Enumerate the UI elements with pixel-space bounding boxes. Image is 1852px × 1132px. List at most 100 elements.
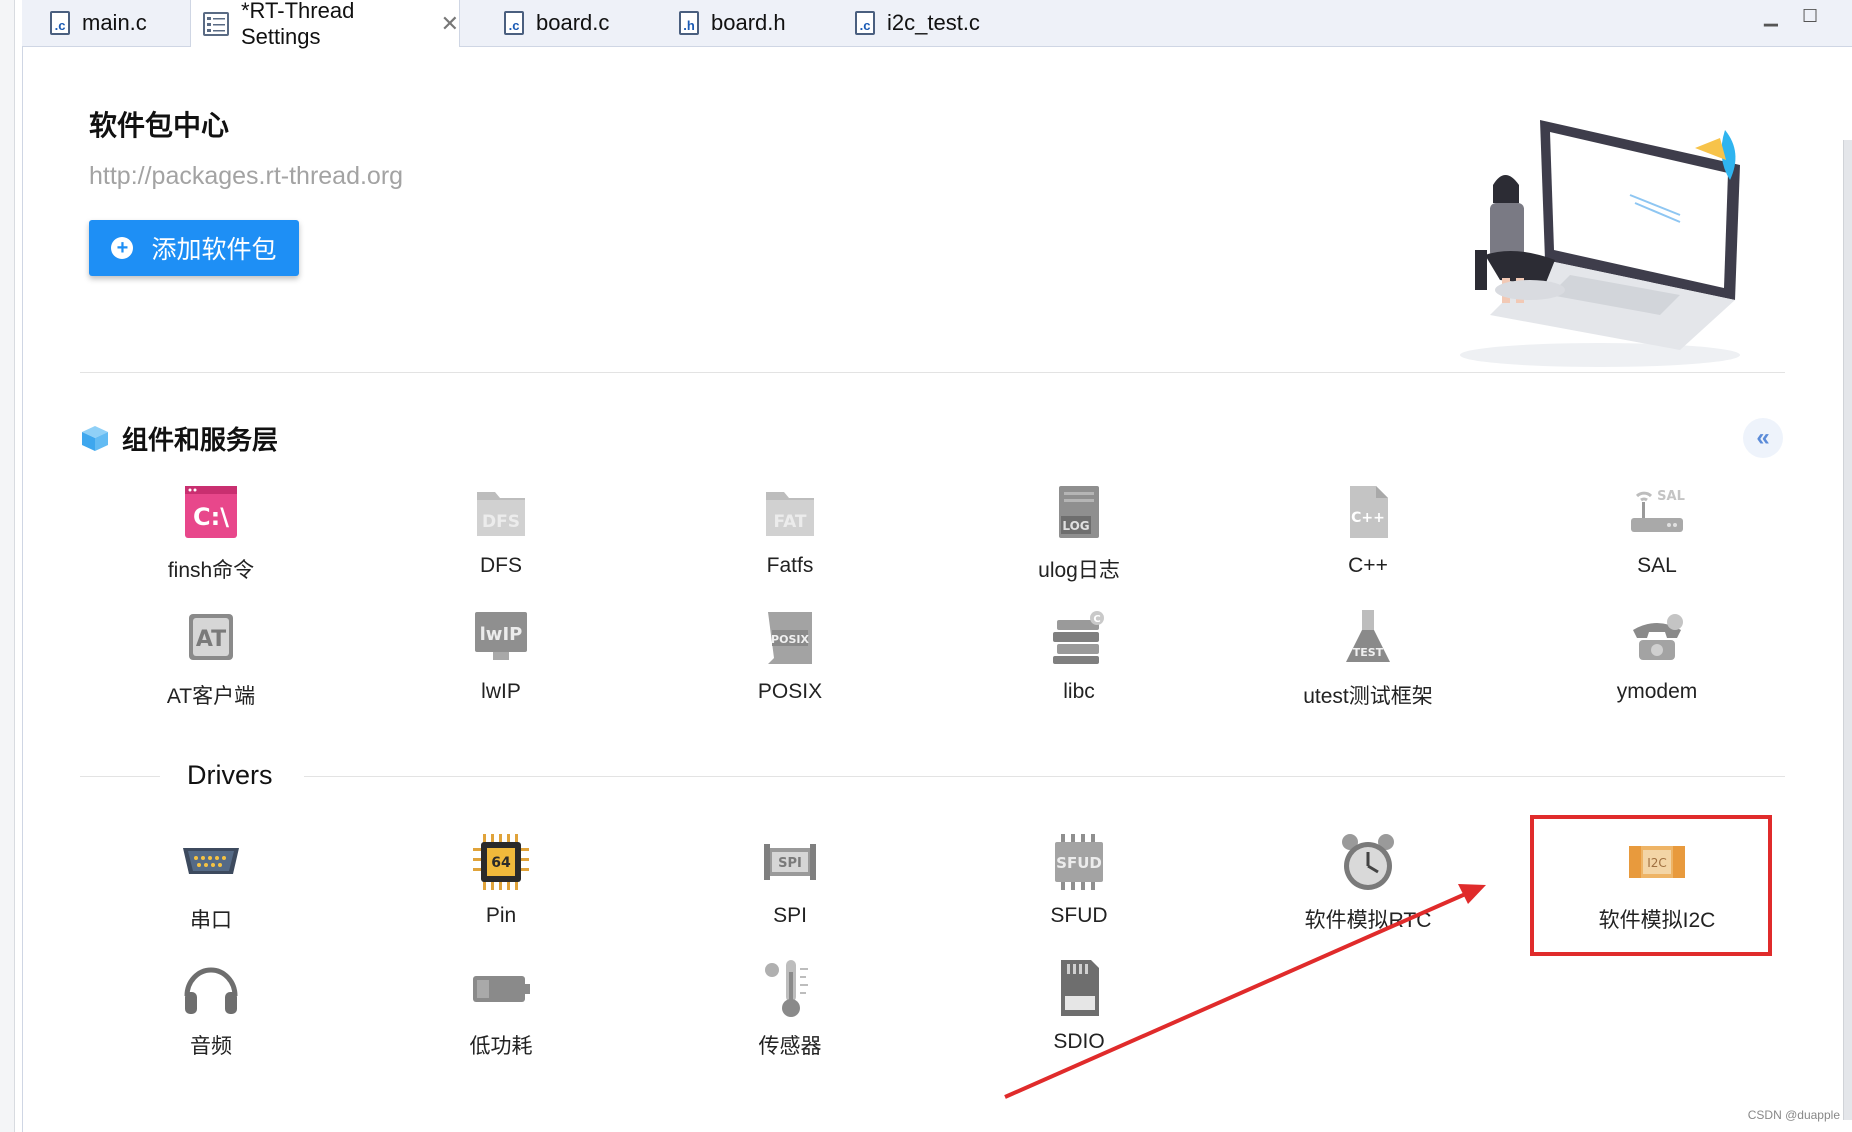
h-file-icon: .h	[679, 11, 699, 35]
components-section-title: 组件和服务层	[122, 425, 279, 455]
driver-spi[interactable]: SPI SPI	[670, 830, 910, 928]
driver-sdio[interactable]: SDIO	[959, 956, 1199, 1054]
drivers-divider-left	[80, 776, 160, 777]
log-file-icon: LOG	[1047, 480, 1111, 544]
svg-text:C++: C++	[1351, 510, 1385, 526]
package-center-url[interactable]: http://packages.rt-thread.org	[89, 162, 403, 191]
folder-icon: DFS	[469, 480, 533, 544]
driver-label: 软件模拟RTC	[1304, 909, 1432, 932]
tab-board-h[interactable]: .h board.h	[679, 0, 839, 46]
chip-icon: 64	[469, 830, 533, 894]
cpp-file-icon: C++	[1336, 480, 1400, 544]
svg-text:SPI: SPI	[778, 856, 802, 871]
component-label: ymodem	[1616, 680, 1698, 703]
driver-low-power[interactable]: 低功耗	[381, 956, 621, 1060]
driver-serial[interactable]: 串口	[91, 830, 331, 934]
tab-label: board.h	[711, 10, 786, 35]
cube-icon	[82, 426, 108, 451]
component-dfs[interactable]: DFS DFS	[381, 480, 621, 578]
lwip-icon: lwIP	[469, 606, 533, 670]
component-label: utest测试框架	[1303, 685, 1433, 708]
c-file-icon: .c	[50, 11, 70, 35]
posix-icon: POSIX	[758, 606, 822, 670]
component-fatfs[interactable]: FAT Fatfs	[670, 480, 910, 578]
serial-port-icon	[179, 830, 243, 894]
driver-label: Pin	[485, 904, 517, 927]
section-divider	[80, 372, 1785, 373]
component-label: POSIX	[757, 680, 823, 703]
component-ymodem[interactable]: ymodem	[1537, 606, 1777, 704]
telephone-icon	[1625, 606, 1689, 670]
component-ulog[interactable]: LOG ulog日志	[959, 480, 1199, 584]
thermometer-icon	[758, 956, 822, 1020]
collapse-icon[interactable]: «	[1743, 418, 1783, 458]
editor-tab-bar: .c main.c *RT-Thread Settings ✕ .c board…	[22, 0, 1852, 49]
driver-label: SPI	[773, 904, 807, 927]
close-icon[interactable]: ✕	[441, 11, 459, 37]
terminal-icon: C:\	[179, 480, 243, 544]
svg-text:SFUD: SFUD	[1056, 854, 1102, 872]
sd-card-icon	[1047, 956, 1111, 1020]
component-posix[interactable]: POSIX POSIX	[670, 606, 910, 704]
driver-label: 串口	[190, 909, 232, 932]
svg-text:DFS: DFS	[482, 512, 520, 532]
at-icon: AT	[179, 606, 243, 670]
tab-label: *RT-Thread Settings	[241, 0, 355, 49]
driver-label: 传感器	[758, 1035, 822, 1058]
plus-circle-icon: +	[111, 237, 134, 259]
vertical-scrollbar[interactable]	[1843, 140, 1852, 1120]
package-center-title: 软件包中心	[89, 110, 230, 141]
driver-sfud[interactable]: SFUD SFUD	[959, 830, 1199, 928]
component-libc[interactable]: C libc	[959, 606, 1199, 704]
left-edge-bar	[0, 0, 15, 1132]
svg-text:FAT: FAT	[773, 512, 806, 532]
svg-text:C:\: C:\	[193, 503, 229, 531]
c-file-icon: .c	[855, 11, 875, 35]
component-label: C++	[1348, 554, 1388, 577]
component-label: ulog日志	[1038, 559, 1120, 582]
component-sal[interactable]: SAL SAL	[1537, 480, 1777, 578]
svg-text:AT: AT	[196, 627, 226, 652]
editor-border	[22, 46, 23, 1132]
svg-text:64: 64	[491, 855, 511, 871]
settings-file-icon	[203, 11, 229, 36]
flask-icon: TEST	[1336, 606, 1400, 670]
tab-label: main.c	[82, 10, 147, 35]
component-at-client[interactable]: AT AT客户端	[91, 606, 331, 710]
driver-soft-rtc[interactable]: 软件模拟RTC	[1248, 830, 1488, 934]
component-finsh[interactable]: C:\ finsh命令	[91, 480, 331, 584]
svg-text:TEST: TEST	[1353, 646, 1384, 659]
driver-pin[interactable]: 64 Pin	[381, 830, 621, 928]
tab-board-c[interactable]: .c board.c	[504, 0, 664, 46]
svg-text:C: C	[1093, 614, 1100, 625]
tab-i2c-test-c[interactable]: .c i2c_test.c	[855, 0, 1035, 46]
component-label: DFS	[480, 554, 522, 577]
driver-sensor[interactable]: 传感器	[670, 956, 910, 1060]
component-label: finsh命令	[167, 559, 255, 582]
component-label: AT客户端	[166, 685, 256, 708]
spi-icon: SPI	[758, 830, 822, 894]
books-icon: C	[1047, 606, 1111, 670]
driver-label: 低功耗	[469, 1035, 533, 1058]
folder-icon: FAT	[758, 480, 822, 544]
svg-text:SAL: SAL	[1657, 489, 1685, 504]
component-utest[interactable]: TEST utest测试框架	[1248, 606, 1488, 710]
minimize-icon[interactable]: ▁	[1764, 6, 1778, 27]
c-file-icon: .c	[504, 11, 524, 35]
component-lwip[interactable]: lwIP lwIP	[381, 606, 621, 704]
component-cpp[interactable]: C++ C++	[1248, 480, 1488, 578]
tab-label: board.c	[536, 10, 610, 35]
svg-text:POSIX: POSIX	[771, 633, 809, 646]
driver-label: SFUD	[1050, 904, 1108, 927]
alarm-clock-icon	[1336, 830, 1400, 894]
maximize-icon[interactable]: ☐	[1802, 6, 1818, 27]
driver-label: SDIO	[1053, 1030, 1105, 1053]
component-label: Fatfs	[766, 554, 814, 577]
tab-main-c[interactable]: .c main.c	[36, 0, 200, 46]
router-icon: SAL	[1625, 480, 1689, 544]
tab-rt-thread-settings[interactable]: *RT-Thread Settings ✕	[190, 0, 460, 49]
add-package-label: 添加软件包	[151, 236, 277, 264]
watermark: CSDN @duapple	[1747, 1108, 1840, 1122]
add-package-button[interactable]: + 添加软件包	[89, 220, 299, 276]
driver-audio[interactable]: 音频	[91, 956, 331, 1060]
